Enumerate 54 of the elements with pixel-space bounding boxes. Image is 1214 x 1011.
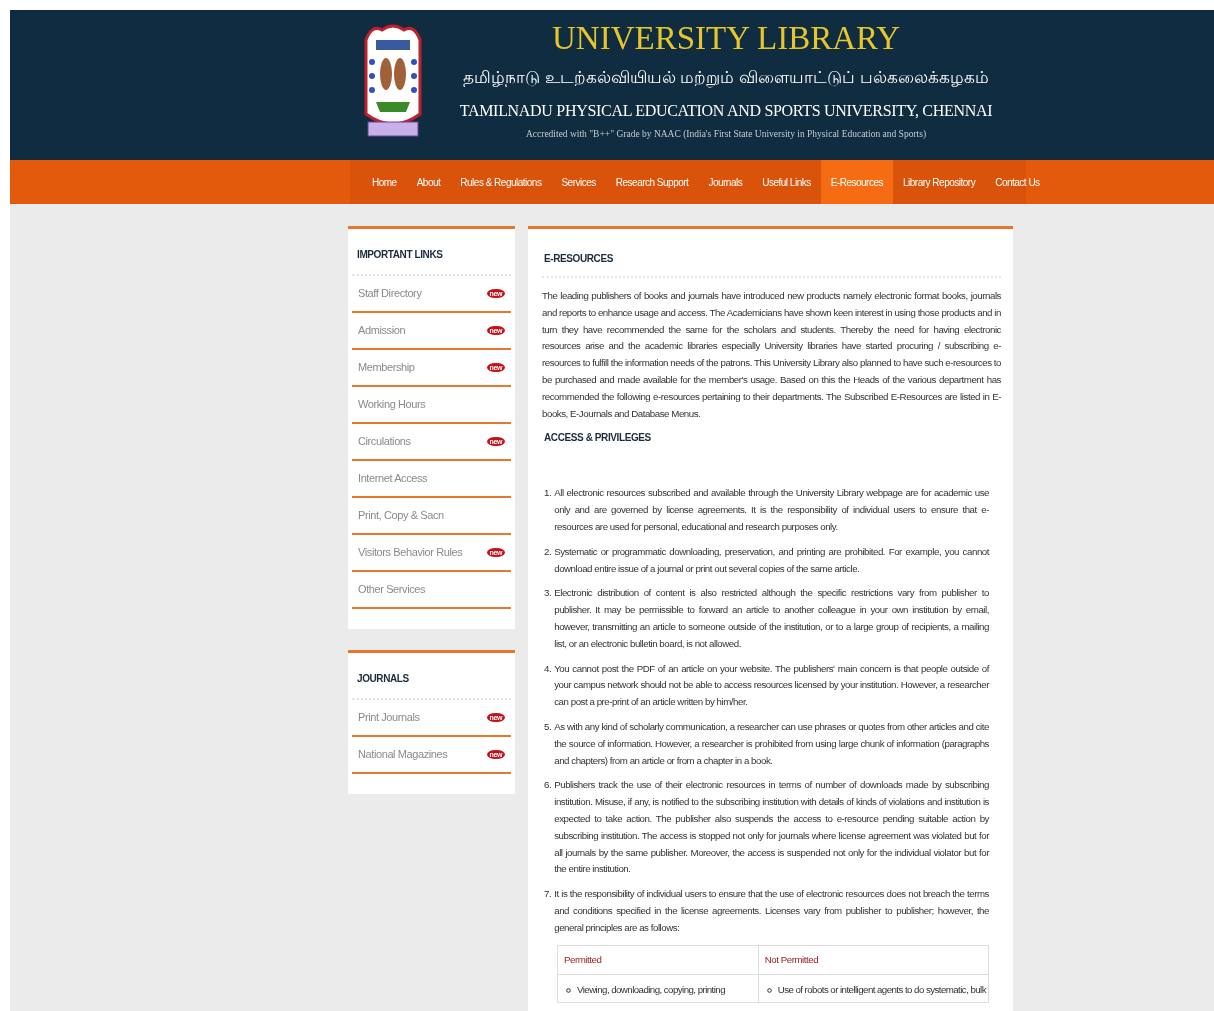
list-number: 4. [544,661,552,676]
link-label: Membership [358,360,415,376]
panel-title: IMPORTANT LINKS [352,229,511,276]
nav-link[interactable]: Library Repository [893,160,986,204]
bullet-icon [766,987,772,993]
link-label: Working Hours [358,397,426,413]
sidebar-link[interactable]: Other Services [352,572,511,609]
nav-link[interactable]: Contact Us [985,160,1050,204]
rule-text: Publishers track the use of their electronic resources in terms of number of downloads made by subscribing institution. Misuse, if any, is notified to the subscribing institution with details of kinds of violations and institution is expected to take action. The publisher also suspends the access to e-resource pending suitable action by subscribing institution. The access is stopped not only for journals where license agreement was violated but for all journals by the same publisher. Moreover, the access is suspended not only for the individual violator but for the entire institution. [554,778,989,877]
column-header: Not Permitted [758,945,989,975]
accreditation-text: Accredited with "B++" Grade by NAAC (India's First State University in Physical Education and Sports) [525,127,927,141]
nav-link[interactable]: Research Support [605,160,699,204]
rule-text: As with any kind of scholarly communication, a researcher can use phrases or quotes from other articles and cite the source of information. However, a researcher is prohibited from using large chunk of information (paragraphs and chapters) from an article or from a chapter in a book. [554,719,989,768]
university-name: TAMILNADU PHYSICAL EDUCATION AND SPORTS UNIVERSITY, CHENNAI [459,100,993,121]
link-label: Staff Directory [358,286,422,302]
link-label: Print Journals [358,710,420,726]
rule-text: It is the responsibility of individual users to ensure that the use of electronic resources does not breach the terms and conditions specified in the license agreements. Licenses vary from publisher to publisher; however, the general principles are as follows: [554,887,989,935]
list-number: 2. [544,544,552,559]
nav-link[interactable]: Services [551,160,606,204]
cell-text: Use of robots or intelligent agents to do systematic, bulk [777,983,986,998]
sidebar-link[interactable]: Internet Access [352,461,511,498]
section-heading: E-RESOURCES [542,249,1001,278]
column-header: Permitted [557,945,759,975]
link-label: Print, Copy & Sacn [358,508,444,524]
rule-text: Electronic distribution of content is also restricted although the specific restrictions vary from publisher to publisher. It may be permissible to forward an article to another colleague in your own institution by email, however, transmitting an article to someone outside of the institution, or to a large group of recipients, a mailing list, or an electronic bulletin board, is not allowed. [554,586,989,651]
panel-title: JOURNALS [352,653,511,700]
link-label: Circulations [358,434,411,450]
nav-link[interactable]: Home [362,160,407,204]
link-label: Other Services [358,582,426,598]
university-name-tamil: தமிழ்நாடு உடற்கல்வியியல் மற்றும் விளையாட்டுப் பல்கலைக்கழகம் [463,67,989,90]
bullet-icon [566,987,571,993]
list-number: 1. [544,486,552,501]
nav-link[interactable]: Useful Links [752,160,821,204]
cell-text: Viewing, downloading, copying, printing [577,983,725,998]
list-number: 7. [544,887,552,902]
link-label: National Magazines [358,747,448,763]
sidebar-link[interactable]: Working Hours [352,387,511,424]
sidebar-link[interactable]: Print, Copy & Sacn [352,498,511,535]
intro-paragraph: The leading publishers of books and journals have introduced new products namely electronic format books, journals and reports to enhance usage and access. The Academicians have shown keen interest in using those products and in turn they have recommended the same for the scholars and students. Thereby the need for having electronic resources arise and the academic libraries especially University libraries have started procuring / subscribing e-resources to fulfill the information needs of the patrons. This University Library also planned to have such e-resources to be purchased and made available for the member's usage. Based on this the Heads of the various department has recommended the following e-resources pertaining to their departments. The Subscribed E-Resources are listed in E-books, E-Journals and Database Menus. [542,289,1001,421]
link-label: Visitors Behavior Rules [358,545,463,561]
rule-text: Systematic or programmatic downloading, preservation, and printing are prohibited. For example, you cannot download entire issue of a journal or print out several copies of the same article. [554,544,989,576]
library-title: UNIVERSITY LIBRARY [552,22,900,55]
nav-link[interactable]: About [406,160,451,204]
rule-text: You cannot post the PDF of an article on your website. The publishers' main concern is that people outside of your campus network should not be able to access resources licensed by your institution. However, a researcher can post a pre-print of an article written by him/her. [554,661,989,710]
nav-link[interactable]: E-Resources [820,160,893,204]
section-subheading: ACCESS & PRIVILEGES [544,431,652,446]
nav-link[interactable]: Journals [698,160,753,204]
link-label: Admission [358,323,406,339]
rule-text: All electronic resources subscribed and available through the University Library webpage are for academic use only and are governed by license agreements. It is the responsibility of individual users to ensure that e-resources are used for personal, educational and research purposes only. [554,486,989,534]
nav-link[interactable]: Rules & Regulations [450,160,552,204]
list-number: 5. [544,719,552,734]
link-label: Internet Access [358,471,428,487]
list-number: 6. [544,778,552,793]
list-number: 3. [544,586,552,601]
